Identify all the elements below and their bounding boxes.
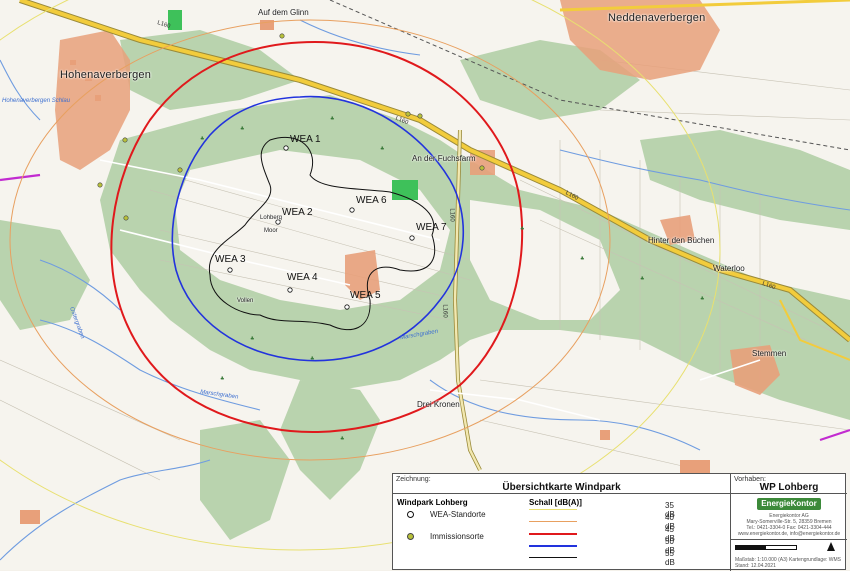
svg-text:♣: ♣ [240, 126, 244, 132]
turbine-marker-wea-6[interactable] [349, 207, 355, 213]
date-text: Stand: 12.04.2021 [735, 563, 776, 569]
turbine-label-wea-6: WEA 6 [356, 195, 387, 206]
svg-text:♣: ♣ [330, 116, 334, 122]
legend-row-45db: 45 dB [529, 525, 675, 543]
legend-row-wea: WEA-Standorte [407, 510, 486, 519]
line-55db-icon [529, 557, 577, 558]
place-label-moor: Moor [264, 228, 278, 234]
road-label-l160-6: L160 [441, 304, 448, 318]
svg-text:♣: ♣ [380, 146, 384, 152]
sports-field-north [168, 10, 182, 30]
turbine-marker-wea-1[interactable] [283, 145, 289, 151]
place-label-auf-dem-glinn: Auf dem Glinn [258, 8, 309, 17]
svg-text:♣: ♣ [250, 336, 254, 342]
scale-cell: Maßstab: 1:10.000 (A3) Stand: 12.04.2021… [731, 540, 847, 571]
basis-text: Kartengrundlage: WMS [789, 557, 841, 563]
svg-text:♣: ♣ [220, 376, 224, 382]
svg-text:♣: ♣ [340, 436, 344, 442]
legend-row-40db: 40 dB [529, 513, 675, 531]
svg-text:♣: ♣ [640, 276, 644, 282]
turbine-label-wea-2: WEA 2 [282, 207, 313, 218]
place-label-waterloo: Waterloo [713, 264, 745, 273]
legend-symbols-cell: Windpark Lohberg WEA-Standorte Immission… [393, 494, 731, 571]
sound-heading: Schall [dB(A)] [529, 498, 582, 507]
turbine-label-wea-5: WEA 5 [350, 290, 381, 301]
place-label-vollen: Vollen [237, 298, 254, 304]
company-cell: EnergieKontor Energiekontor AG Mary-Some… [731, 494, 847, 540]
svg-text:♣: ♣ [520, 226, 524, 232]
turbine-marker-wea-3[interactable] [227, 267, 233, 273]
water-label-1: Hohenaverbergen Schlau [2, 98, 71, 104]
legend-row-50db: 50 dB [529, 537, 675, 555]
place-label-stemmen: Stemmen [752, 349, 787, 358]
legend-row-55db: 55 dB [529, 549, 675, 567]
windpark-heading: Windpark Lohberg [397, 498, 468, 507]
place-label-hinter-den-buechen: Hinter den Büchen [648, 236, 715, 245]
map-legend: Zeichnung: Übersichtkarte Windpark Vorha… [392, 473, 847, 571]
map-title: Übersichtkarte Windpark [502, 482, 621, 493]
company-logo: EnergieKontor [757, 498, 821, 510]
legend-symbol-label: WEA-Standorte [430, 510, 486, 519]
green-dot-icon [407, 533, 414, 540]
road-label-l160-5: L160 [448, 208, 455, 222]
turbine-marker-wea-7[interactable] [409, 235, 415, 241]
line-45db-icon [529, 533, 577, 535]
svg-text:♣: ♣ [580, 256, 584, 262]
town-label-neddenaverbergen: Neddenaverbergen [608, 12, 706, 24]
north-arrow-icon [827, 542, 835, 551]
svg-text:♣: ♣ [200, 136, 204, 142]
line-50db-icon [529, 545, 577, 547]
scale-bar [735, 545, 797, 550]
company-web: www.energiekontor.de, info@energiekontor… [737, 531, 841, 537]
legend-title-cell: Zeichnung: Übersichtkarte Windpark [393, 474, 731, 494]
turbine-marker-wea-4[interactable] [287, 287, 293, 293]
svg-text:♣: ♣ [310, 356, 314, 362]
line-40db-icon [529, 521, 577, 522]
turbine-label-wea-7: WEA 7 [416, 222, 447, 233]
legend-row-35db: 35 dB [529, 501, 675, 519]
line-35db-icon [529, 509, 577, 510]
legend-row-immission: Immissionsorte [407, 532, 484, 541]
open-circle-icon [407, 511, 414, 518]
place-label-drei-kronen: Drei Kronen [417, 400, 460, 409]
project-name: WP Lohberg [759, 482, 819, 493]
legend-project-cell: Vorhaben: WP Lohberg [731, 474, 847, 494]
turbine-label-wea-4: WEA 4 [287, 272, 318, 283]
turbine-label-wea-1: WEA 1 [290, 134, 321, 145]
legend-symbol-label: Immissionsorte [430, 532, 484, 541]
town-label-hohenaverbergen: Hohenaverbergen [60, 69, 152, 81]
turbine-marker-wea-5[interactable] [344, 304, 350, 310]
legend-level-label: 55 dB [665, 548, 675, 567]
place-label-lohberg: Lohberg [260, 215, 283, 221]
svg-text:♣: ♣ [700, 296, 704, 302]
place-label-an-der-fuchsfarm: An der Fuchsfarm [412, 154, 476, 163]
turbine-label-wea-3: WEA 3 [215, 254, 246, 265]
